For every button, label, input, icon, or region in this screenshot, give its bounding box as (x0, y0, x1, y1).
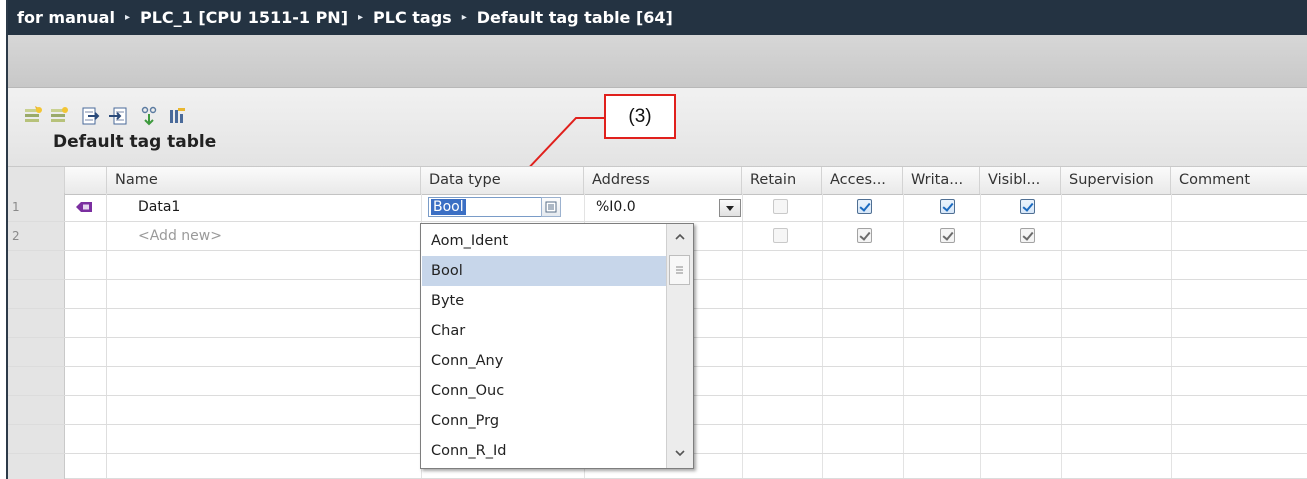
accessible-checkbox[interactable] (857, 199, 872, 214)
row-number (8, 396, 65, 424)
column-header-writable[interactable]: Writa... (903, 167, 980, 194)
row-number: 2 (8, 222, 65, 250)
breadcrumb-project[interactable]: for manual (8, 8, 119, 27)
breadcrumb-separator-icon: ▸ (461, 12, 467, 23)
column-header-comment[interactable]: Comment (1171, 167, 1307, 194)
scrollbar-thumb[interactable] (669, 255, 690, 285)
tia-portal-window: for manual ▸ PLC_1 [CPU 1511-1 PN] ▸ PLC… (0, 0, 1307, 479)
annotation-callout: (3) (604, 94, 676, 139)
header-row-number (8, 167, 65, 194)
dropdown-scrollbar[interactable] (666, 224, 693, 468)
tag-icon-cell (65, 280, 107, 308)
header-icon-col (65, 167, 107, 194)
breadcrumb-tag-table[interactable]: Default tag table [64] (473, 8, 677, 27)
dropdown-option[interactable]: Conn_Any (422, 346, 668, 376)
list-icon (545, 201, 557, 213)
dropdown-option[interactable]: Conn_R_Id (422, 436, 668, 466)
dropdown-option[interactable]: Conn_Prg (422, 406, 668, 436)
monitor-icon[interactable] (139, 105, 161, 127)
breadcrumb-separator-icon: ▸ (358, 12, 364, 23)
tag-icon-cell (65, 396, 107, 424)
retain-checkbox[interactable] (773, 199, 788, 214)
column-header-visible[interactable]: Visibl... (980, 167, 1061, 194)
retain-checkbox[interactable] (773, 228, 788, 243)
data-type-list-button[interactable] (541, 197, 561, 217)
column-header-retain[interactable]: Retain (742, 167, 822, 194)
breadcrumb-separator-icon: ▸ (124, 12, 130, 23)
row-number (8, 280, 65, 308)
column-header-address[interactable]: Address (584, 167, 742, 194)
tag-icon-cell (65, 309, 107, 337)
add-new-tag[interactable]: <Add new> (138, 222, 222, 250)
column-header-data-type[interactable]: Data type (421, 167, 584, 194)
row-number: 1 (8, 193, 65, 221)
scroll-up-icon[interactable] (673, 230, 687, 244)
column-header-supervision[interactable]: Supervision (1061, 167, 1171, 194)
tab-strip-area (8, 35, 1307, 88)
insert-row-icon[interactable] (48, 105, 70, 127)
dropdown-option[interactable]: Aom_Ident (422, 226, 668, 256)
tag-icon-cell (65, 193, 107, 221)
tag-icon-cell (65, 222, 107, 250)
add-row-icon[interactable] (22, 105, 44, 127)
visible-checkbox[interactable] (1020, 228, 1035, 243)
scroll-down-icon[interactable] (673, 446, 687, 460)
grip-icon (676, 266, 683, 274)
row-number (8, 309, 65, 337)
dropdown-option[interactable]: Byte (422, 286, 668, 316)
writable-checkbox[interactable] (940, 199, 955, 214)
tag-icon-cell (65, 338, 107, 366)
dropdown-option-selected[interactable]: Bool (422, 256, 668, 286)
export-icon[interactable] (80, 105, 102, 127)
address-value[interactable]: %I0.0 (596, 193, 636, 221)
table-title: Default tag table (53, 132, 217, 152)
import-icon[interactable] (107, 105, 129, 127)
row-number (8, 367, 65, 395)
row-number (8, 425, 65, 453)
table-row[interactable]: 1 Data1 Bool %I0.0 (8, 193, 1307, 222)
row-number (8, 454, 65, 479)
tag-icon-cell (65, 454, 107, 479)
tag-icon-cell (65, 425, 107, 453)
tag-name[interactable]: Data1 (138, 193, 180, 221)
breadcrumb-plc[interactable]: PLC_1 [CPU 1511-1 PN] (136, 8, 352, 27)
tag-icon-cell (65, 251, 107, 279)
data-type-value[interactable]: Bool (431, 199, 466, 215)
table-header: Name Data type Address Retain Acces... W… (8, 166, 1307, 195)
dropdown-option[interactable]: Conn_Ouc (422, 376, 668, 406)
address-dropdown-button[interactable] (719, 199, 741, 217)
dropdown-option[interactable]: Char (422, 316, 668, 346)
show-columns-icon[interactable] (166, 105, 188, 127)
tag-icon-cell (65, 367, 107, 395)
tag-icon (76, 202, 92, 212)
row-number (8, 338, 65, 366)
column-header-name[interactable]: Name (107, 167, 421, 194)
row-number (8, 251, 65, 279)
accessible-checkbox[interactable] (857, 228, 872, 243)
visible-checkbox[interactable] (1020, 199, 1035, 214)
breadcrumb-plc-tags[interactable]: PLC tags (369, 8, 456, 27)
chevron-down-icon (726, 206, 734, 211)
writable-checkbox[interactable] (940, 228, 955, 243)
data-type-dropdown[interactable]: Aom_Ident Bool Byte Char Conn_Any Conn_O… (420, 223, 694, 469)
data-type-input[interactable]: Bool (428, 197, 561, 217)
breadcrumb: for manual ▸ PLC_1 [CPU 1511-1 PN] ▸ PLC… (8, 0, 1307, 35)
column-header-accessible[interactable]: Acces... (822, 167, 903, 194)
